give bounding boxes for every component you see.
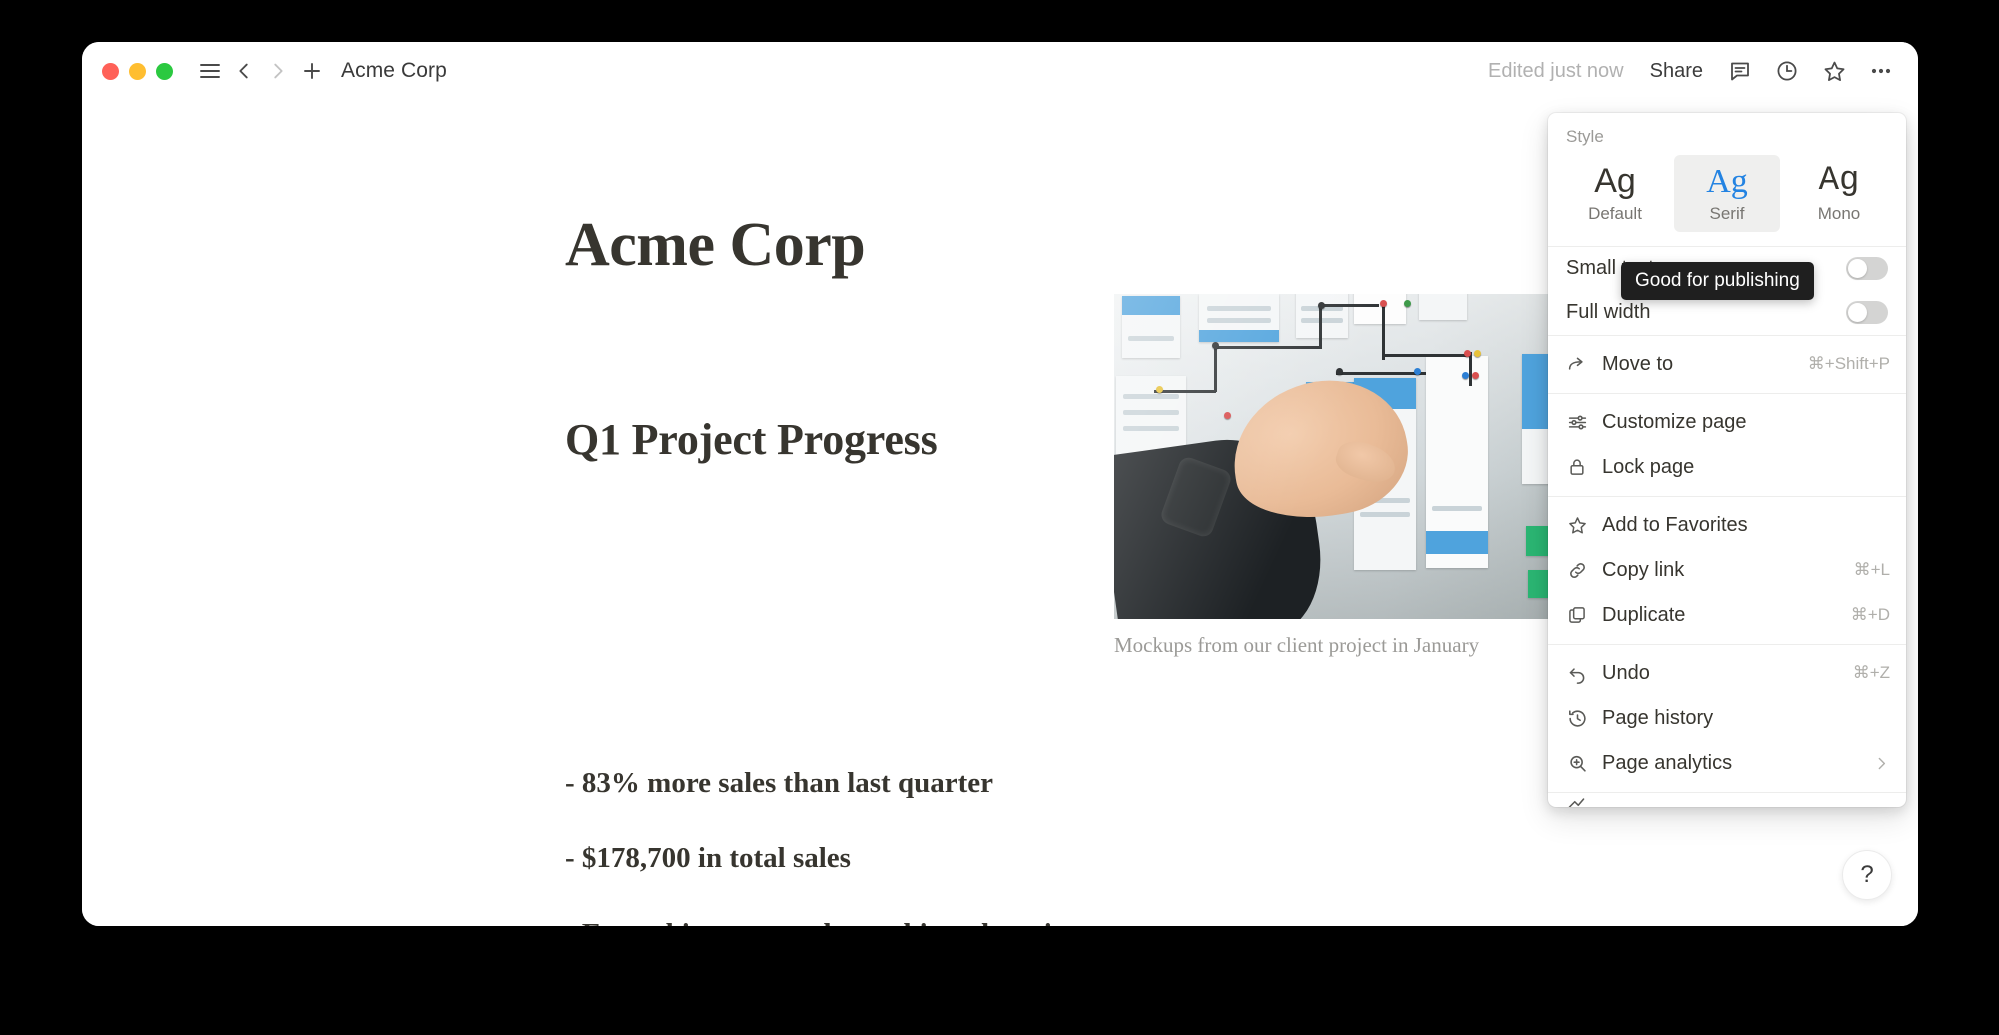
menu-item-label: Customize page: [1602, 410, 1747, 433]
sliders-icon: [1566, 411, 1588, 433]
hamburger-icon[interactable]: [193, 54, 227, 88]
maximize-window-button[interactable]: [156, 62, 173, 80]
titlebar: Acme Corp Edited just now Share: [82, 42, 1918, 100]
style-preview-glyph: Ag: [1706, 163, 1748, 200]
clock-icon[interactable]: [1772, 56, 1802, 86]
move-to-arrow-icon: [1566, 353, 1588, 375]
more-options-icon[interactable]: [1866, 56, 1896, 86]
menu-item-customize-page[interactable]: Customize page: [1548, 400, 1906, 445]
menu-item-shortcut: ⌘+L: [1853, 560, 1890, 580]
list-item[interactable]: - $178,700 in total sales: [565, 842, 851, 875]
style-preview-glyph: Ag: [1818, 162, 1860, 200]
section-heading[interactable]: Q1 Project Progress: [565, 414, 938, 465]
tooltip: Good for publishing: [1621, 262, 1814, 300]
menu-item-label: Lock page: [1602, 455, 1695, 478]
menu-item-lock-page[interactable]: Lock page: [1548, 445, 1906, 490]
menu-group-actions: Add to Favorites Copy link ⌘+L Duplicate…: [1548, 497, 1906, 644]
menu-item-shortcut: ⌘+Shift+P: [1807, 354, 1890, 374]
menu-item-shortcut: ⌘+D: [1850, 605, 1890, 625]
style-option-label: Mono: [1817, 203, 1861, 223]
style-option-mono[interactable]: Ag Mono: [1786, 155, 1892, 232]
switch-knob: [1848, 303, 1867, 323]
analytics-magnifier-icon: [1566, 752, 1588, 774]
edited-status-label: Edited just now: [1487, 59, 1624, 82]
menu-group-move: Move to ⌘+Shift+P: [1548, 336, 1906, 393]
menu-item-add-to-favorites[interactable]: Add to Favorites: [1548, 503, 1906, 548]
star-icon: [1566, 514, 1588, 536]
menu-item-undo[interactable]: Undo ⌘+Z: [1548, 651, 1906, 696]
menu-item-shortcut: ⌘+Z: [1852, 663, 1890, 683]
page-title[interactable]: Acme Corp: [565, 210, 866, 281]
menu-group-history: Undo ⌘+Z Page history Page analytics: [1548, 645, 1906, 792]
link-icon: [1566, 559, 1588, 581]
plus-icon[interactable]: [295, 54, 329, 88]
small-text-switch[interactable]: [1846, 257, 1888, 281]
page-options-menu: Style Ag Default Ag Serif Ag Mono Small …: [1548, 113, 1906, 807]
lock-icon: [1566, 456, 1588, 478]
close-window-button[interactable]: [102, 62, 119, 80]
menu-item-label: Move to: [1602, 352, 1674, 375]
menu-item-move-to[interactable]: Move to ⌘+Shift+P: [1548, 342, 1906, 387]
menu-item-duplicate[interactable]: Duplicate ⌘+D: [1548, 593, 1906, 638]
back-chevron-left-icon[interactable]: [227, 54, 261, 88]
menu-item-copy-link[interactable]: Copy link ⌘+L: [1548, 548, 1906, 593]
style-section-label: Style: [1566, 127, 1604, 146]
menu-item-label: Duplicate: [1602, 603, 1686, 626]
undo-icon: [1566, 662, 1588, 684]
style-preview-glyph: Ag: [1594, 162, 1636, 200]
style-option-label: Serif: [1709, 203, 1745, 223]
menu-item-label: Page analytics: [1602, 751, 1733, 774]
minimize-window-button[interactable]: [129, 62, 146, 80]
history-clock-icon: [1566, 707, 1588, 729]
style-option-serif[interactable]: Ag Serif: [1674, 155, 1780, 232]
help-button[interactable]: ?: [1842, 850, 1892, 900]
menu-group-page-settings: Customize page Lock page: [1548, 394, 1906, 496]
submenu-chevron-right-icon: [1873, 755, 1890, 772]
list-item[interactable]: - 83% more sales than last quarter: [565, 767, 993, 800]
style-option-label: Default: [1588, 203, 1642, 223]
share-button[interactable]: Share: [1650, 60, 1703, 83]
full-width-switch[interactable]: [1846, 301, 1888, 325]
menu-item-label: Copy link: [1602, 558, 1685, 581]
comment-icon[interactable]: [1725, 56, 1755, 86]
menu-item-label: Undo: [1602, 661, 1650, 684]
image-caption: Mockups from our client project in Janua…: [1114, 633, 1480, 657]
menu-item-page-analytics[interactable]: Page analytics: [1548, 741, 1906, 786]
full-width-label: Full width: [1566, 301, 1651, 324]
star-icon[interactable]: [1819, 56, 1849, 86]
clipped-menu-item[interactable]: [1548, 793, 1906, 807]
window-controls: [102, 62, 173, 80]
photo-glare: [1114, 294, 1598, 619]
menu-item-label: Page history: [1602, 706, 1714, 729]
style-option-default[interactable]: Ag Default: [1562, 155, 1668, 232]
menu-item-page-history[interactable]: Page history: [1548, 696, 1906, 741]
style-option-group: Ag Default Ag Serif Ag Mono: [1548, 153, 1906, 246]
menu-item-label: Add to Favorites: [1602, 513, 1748, 536]
mockups-photo[interactable]: [1114, 294, 1598, 619]
switch-knob: [1848, 259, 1867, 279]
list-item[interactable]: - Everything, everywhere, shipped on tim…: [565, 918, 1089, 926]
titlebar-page-title[interactable]: Acme Corp: [341, 59, 447, 83]
titlebar-action-icons: [1725, 56, 1896, 86]
duplicate-icon: [1566, 604, 1588, 626]
document-image-figure: Mockups from our client project in Janua…: [1114, 294, 1598, 658]
desktop-backdrop: Acme Corp Edited just now Share Acme Cor…: [0, 0, 1999, 1035]
forward-chevron-right-icon[interactable]: [261, 54, 295, 88]
